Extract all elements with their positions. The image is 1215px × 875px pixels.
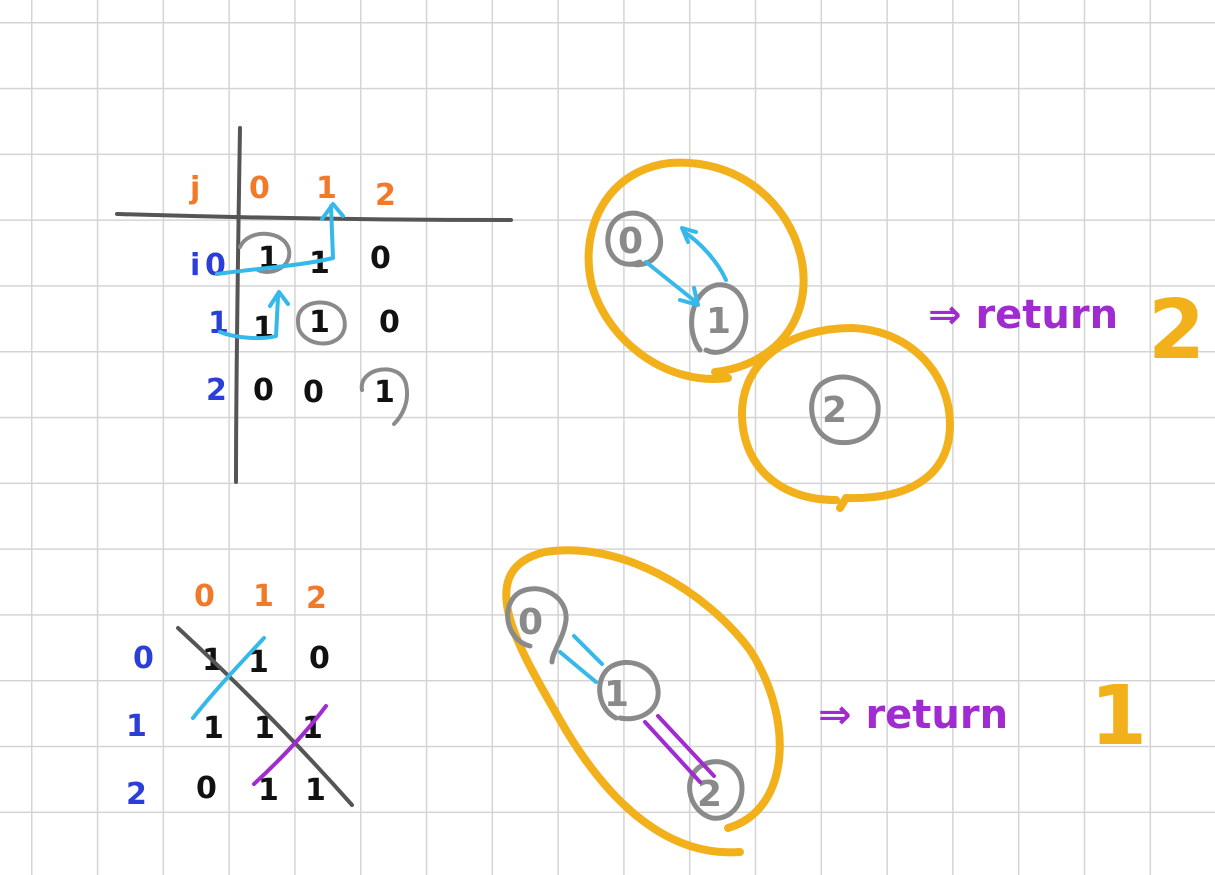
- top-return-value: 2: [1148, 283, 1205, 378]
- top-row-label: i: [190, 248, 200, 283]
- top-col-index-2: 2: [375, 178, 396, 213]
- bottom-row-index-1: 1: [126, 709, 147, 744]
- top-col-label: j: [189, 171, 200, 206]
- bottom-cell-0-2: 0: [309, 641, 330, 676]
- bottom-node-1-label: 1: [604, 674, 629, 715]
- sketch-canvas: j i 0 1 2 0 1 2 1 1 0 1 1 0 0 0 1 0 1 2: [115, 126, 1205, 857]
- top-cell-2-2: 1: [374, 375, 395, 410]
- top-matrix-vertical-axis: [234, 126, 242, 484]
- bottom-return-value: 1: [1090, 669, 1147, 764]
- top-cell-2-1: 0: [303, 375, 324, 410]
- top-col-index-1: 1: [316, 171, 337, 206]
- bottom-col-index-2: 2: [306, 581, 327, 616]
- top-cell-2-0: 0: [253, 373, 274, 408]
- top-cell-1-0: 1: [253, 311, 274, 346]
- bottom-edge-1-2: [643, 714, 716, 784]
- top-node-1-label: 1: [706, 301, 731, 342]
- bottom-node-0-label: 0: [518, 602, 543, 643]
- top-row-index-0: 0: [205, 248, 226, 283]
- bottom-matrix: 0 1 2 0 1 2 1 1 0 1 1 1 0 1 1: [126, 579, 354, 812]
- bottom-col-index-1: 1: [253, 579, 274, 614]
- top-edge-1-0: [680, 226, 728, 282]
- top-cell-1-2: 0: [379, 305, 400, 340]
- bottom-return-text: ⇒ return: [818, 692, 1008, 738]
- bottom-cell-2-2: 1: [305, 773, 326, 808]
- top-node-0-label: 0: [618, 221, 643, 262]
- top-matrix: j i 0 1 2 0 1 2 1 1 0 1 1 0 0 0 1: [115, 126, 513, 484]
- top-return-text: ⇒ return: [928, 292, 1118, 338]
- bottom-col-index-0: 0: [194, 579, 215, 614]
- top-cell-0-2: 0: [370, 241, 391, 276]
- bottom-row-index-2: 2: [126, 777, 147, 812]
- bottom-graph: 0 1 2 ⇒ return 1: [502, 546, 1147, 857]
- bottom-edge-0-1: [558, 634, 604, 684]
- bottom-cell-1-0: 1: [203, 711, 224, 746]
- top-cell-1-1: 1: [309, 305, 330, 340]
- bottom-row-index-0: 0: [133, 641, 154, 676]
- top-matrix-horizontal-axis: [115, 212, 513, 222]
- bottom-cell-2-0: 0: [196, 771, 217, 806]
- top-node-2-label: 2: [822, 390, 847, 431]
- top-edge-0-1: [644, 260, 700, 307]
- top-row-index-2: 2: [206, 373, 227, 408]
- top-graph: 0 1 2 ⇒ return 2: [584, 158, 1205, 512]
- top-col-index-0: 0: [249, 171, 270, 206]
